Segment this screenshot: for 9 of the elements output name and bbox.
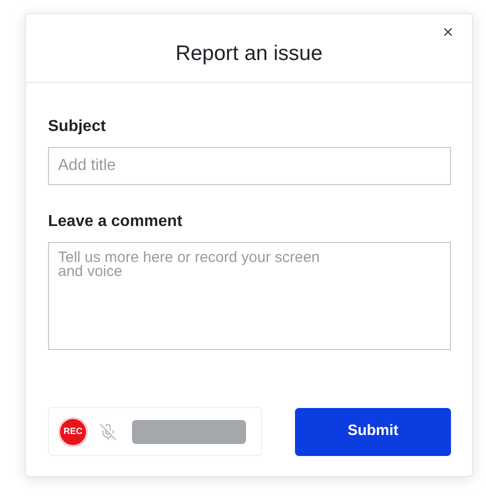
comment-label: Leave a comment [48,212,184,232]
comment-field[interactable]: Tell us more here or record your screen and voice [48,242,451,350]
subject-label: Subject [48,117,107,137]
record-button[interactable]: REC [60,418,86,444]
close-button[interactable]: × [440,23,456,41]
microphone-off-icon[interactable] [98,422,118,442]
submit-button[interactable]: Submit [295,408,451,456]
dialog-title: Report an issue [175,40,323,67]
subject-field[interactable]: Add title [48,147,451,185]
